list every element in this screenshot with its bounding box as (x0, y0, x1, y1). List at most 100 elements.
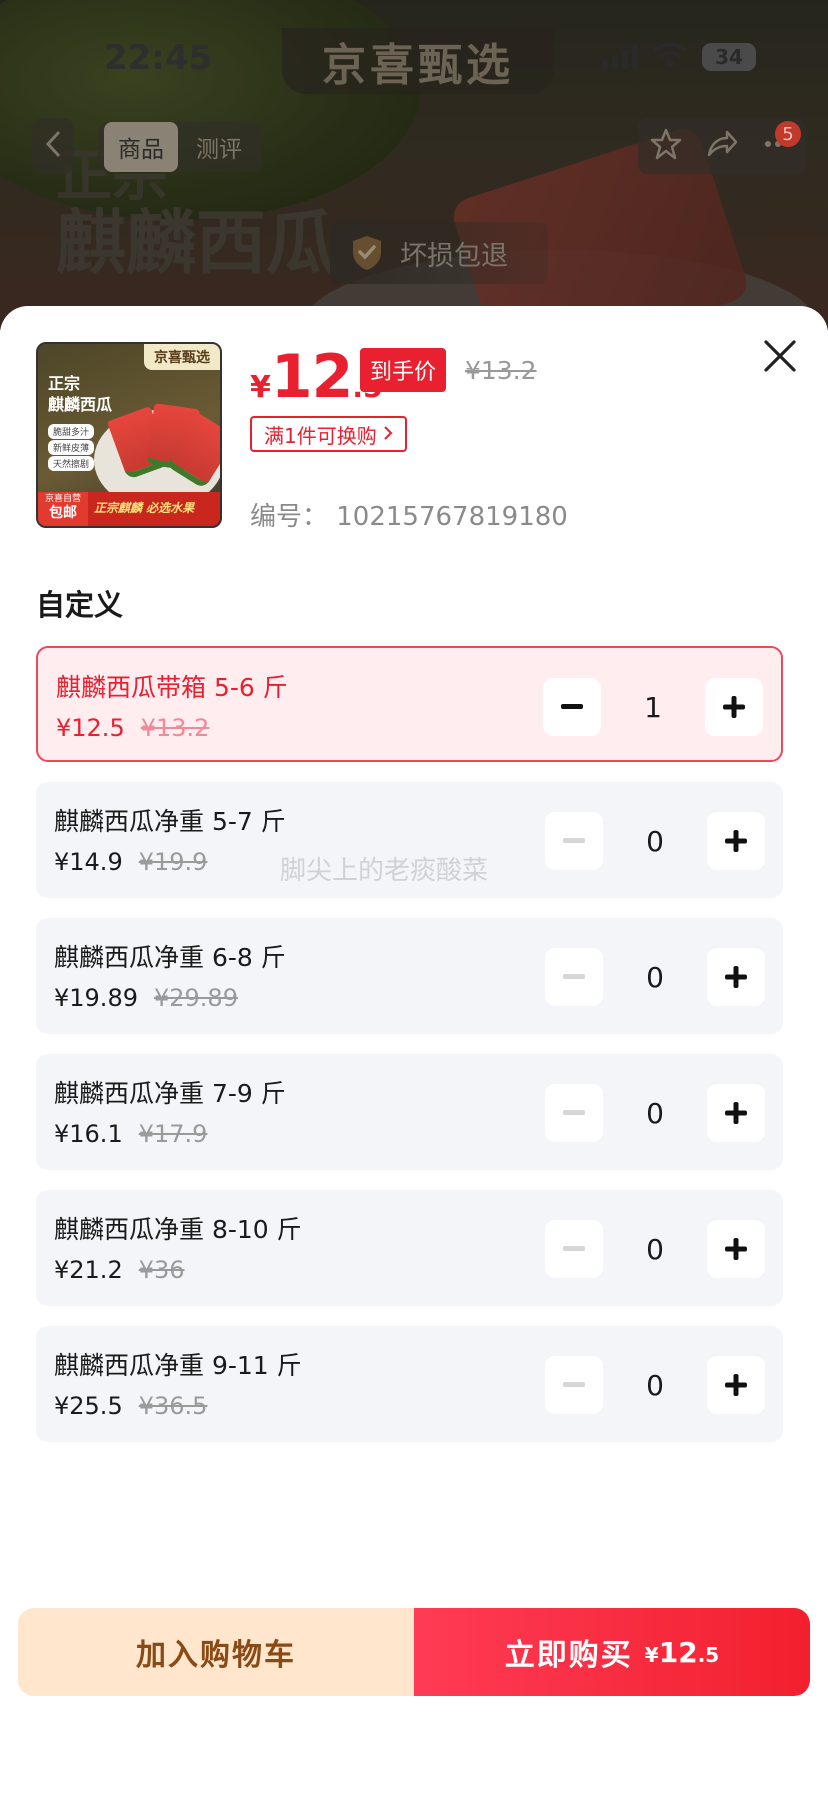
option-original-price: ¥17.9 (138, 1120, 208, 1148)
increase-button[interactable] (707, 1220, 765, 1278)
promo-label: 满1件可换购 (264, 423, 377, 448)
decrease-button[interactable] (545, 1220, 603, 1278)
plus-icon (725, 830, 747, 852)
option-name: 麒麟西瓜净重 9-11 斤 (54, 1351, 302, 1380)
tab-product[interactable]: 商品 (104, 122, 178, 172)
tab-review[interactable]: 测评 (182, 122, 256, 172)
background-product-page: 正宗 麒麟西瓜 坏损包退 22:45 京喜甄选 34 商品 测评 5 (0, 0, 828, 330)
decrease-button[interactable] (545, 812, 603, 870)
quantity-value[interactable]: 0 (625, 825, 685, 858)
favorite-button[interactable] (649, 127, 683, 165)
price-currency: ¥ (250, 370, 271, 405)
decrease-button[interactable] (545, 1084, 603, 1142)
share-icon (707, 130, 738, 157)
option-price: ¥16.1 (54, 1120, 123, 1148)
quantity-value[interactable]: 0 (625, 1233, 685, 1266)
buy-now-price: ¥ 12 .5 (645, 1636, 719, 1669)
close-icon (764, 340, 796, 372)
status-time: 22:45 (104, 38, 213, 78)
option-prices: ¥14.9 ¥19.9 (54, 848, 207, 876)
sku-selector-sheet: 京喜甄选 正宗 麒麟西瓜 脆甜多汁 新鲜皮薄 天然擦剧 京喜自营 包邮 正宗麒麟… (0, 306, 828, 1795)
option-original-price: ¥13.2 (140, 714, 210, 742)
quantity-stepper: 0 (545, 1356, 765, 1414)
option-original-price: ¥36.5 (138, 1392, 208, 1420)
quantity-stepper: 1 (543, 678, 763, 736)
option-item[interactable]: 麒麟西瓜净重 7-9 斤 ¥16.1 ¥17.9 0 (36, 1054, 783, 1170)
quantity-stepper: 0 (545, 1084, 765, 1142)
option-price: ¥14.9 (54, 848, 123, 876)
message-badge: 5 (775, 121, 801, 147)
increase-button[interactable] (705, 678, 763, 736)
option-name: 麒麟西瓜净重 7-9 斤 (54, 1079, 286, 1108)
minus-icon (561, 704, 583, 709)
brand-banner: 京喜甄选 (282, 28, 554, 94)
option-prices: ¥12.5 ¥13.2 (56, 714, 209, 742)
increase-button[interactable] (707, 1084, 765, 1142)
buy-now-label: 立即购买 (504, 1638, 633, 1673)
quantity-value[interactable]: 0 (625, 961, 685, 994)
more-button[interactable]: 5 (761, 121, 801, 165)
close-button[interactable] (760, 336, 800, 376)
plus-icon (725, 1374, 747, 1396)
decrease-button[interactable] (545, 1356, 603, 1414)
plus-icon (725, 1102, 747, 1124)
quantity-value[interactable]: 0 (625, 1369, 685, 1402)
option-original-price: ¥36 (138, 1256, 185, 1284)
thumbnail-title-line2: 麒麟西瓜 (48, 394, 113, 414)
thumbnail-tag: 新鲜皮薄 (48, 440, 95, 455)
option-item[interactable]: 麒麟西瓜净重 6-8 斤 ¥19.89 ¥29.89 0 (36, 918, 783, 1034)
option-name: 麒麟西瓜净重 6-8 斤 (54, 943, 286, 972)
bottom-action-bar: 加入购物车 立即购买 ¥ 12 .5 (18, 1608, 810, 1696)
buy-now-button[interactable]: 立即购买 ¥ 12 .5 (414, 1608, 810, 1696)
plus-icon (725, 1238, 747, 1260)
battery-icon: 34 (702, 43, 756, 71)
increase-button[interactable] (707, 812, 765, 870)
back-icon (44, 129, 62, 163)
decrease-button[interactable] (545, 948, 603, 1006)
option-prices: ¥19.89 ¥29.89 (54, 984, 238, 1012)
sku-code: 编号： 10215767819180 (250, 502, 568, 532)
add-to-cart-button[interactable]: 加入购物车 (18, 1608, 414, 1696)
quantity-stepper: 0 (545, 812, 765, 870)
minus-icon (563, 838, 585, 843)
status-bar: 22:45 京喜甄选 34 (0, 28, 828, 94)
thumbnail-free-line2: 包邮 (49, 504, 77, 521)
quantity-value[interactable]: 1 (623, 691, 683, 724)
option-item[interactable]: 麒麟西瓜带箱 5-6 斤 ¥12.5 ¥13.2 1 (36, 646, 783, 762)
thumbnail-free-line1: 京喜自营 (44, 494, 81, 504)
option-item[interactable]: 麒麟西瓜净重 9-11 斤 ¥25.5 ¥36.5 0 (36, 1326, 783, 1442)
buy-now-price-decimal: .5 (697, 1642, 720, 1667)
share-button[interactable] (705, 127, 739, 165)
option-price: ¥21.2 (54, 1256, 123, 1284)
decrease-button[interactable] (543, 678, 601, 736)
increase-button[interactable] (707, 1356, 765, 1414)
increase-button[interactable] (707, 948, 765, 1006)
thumbnail-slogan: 正宗麒麟 必选水果 (94, 501, 195, 515)
option-name: 麒麟西瓜净重 8-10 斤 (54, 1215, 302, 1244)
thumbnail-title-line1: 正宗 (48, 374, 81, 393)
price-integer: 12 (270, 342, 353, 412)
quantity-stepper: 0 (545, 948, 765, 1006)
option-price: ¥19.89 (54, 984, 138, 1012)
watermark-text: 脚尖上的老痰酸菜 (280, 856, 489, 886)
option-item[interactable]: 麒麟西瓜净重 8-10 斤 ¥21.2 ¥36 0 (36, 1190, 783, 1306)
system-icons: 34 (602, 42, 756, 72)
minus-icon (563, 1246, 585, 1251)
option-name: 麒麟西瓜带箱 5-6 斤 (56, 673, 288, 702)
top-nav: 商品 测评 5 (0, 118, 828, 178)
option-list: 麒麟西瓜带箱 5-6 斤 ¥12.5 ¥13.2 1 麒麟西瓜净重 5-7 斤 … (36, 646, 783, 1462)
back-button[interactable] (32, 118, 74, 174)
minus-icon (563, 1110, 585, 1115)
top-right-tools: 5 (638, 118, 806, 174)
chevron-right-icon (383, 422, 393, 446)
quantity-value[interactable]: 0 (625, 1097, 685, 1130)
option-prices: ¥16.1 ¥17.9 (54, 1120, 207, 1148)
option-price: ¥25.5 (54, 1392, 123, 1420)
option-prices: ¥21.2 ¥36 (54, 1256, 185, 1284)
minus-icon (563, 974, 585, 979)
promo-swap-tag[interactable]: 满1件可换购 (250, 416, 407, 452)
product-thumbnail[interactable]: 京喜甄选 正宗 麒麟西瓜 脆甜多汁 新鲜皮薄 天然擦剧 京喜自营 包邮 正宗麒麟… (36, 342, 222, 528)
quantity-stepper: 0 (545, 1220, 765, 1278)
thumbnail-brand: 京喜甄选 (144, 344, 220, 370)
wifi-icon (652, 42, 688, 72)
